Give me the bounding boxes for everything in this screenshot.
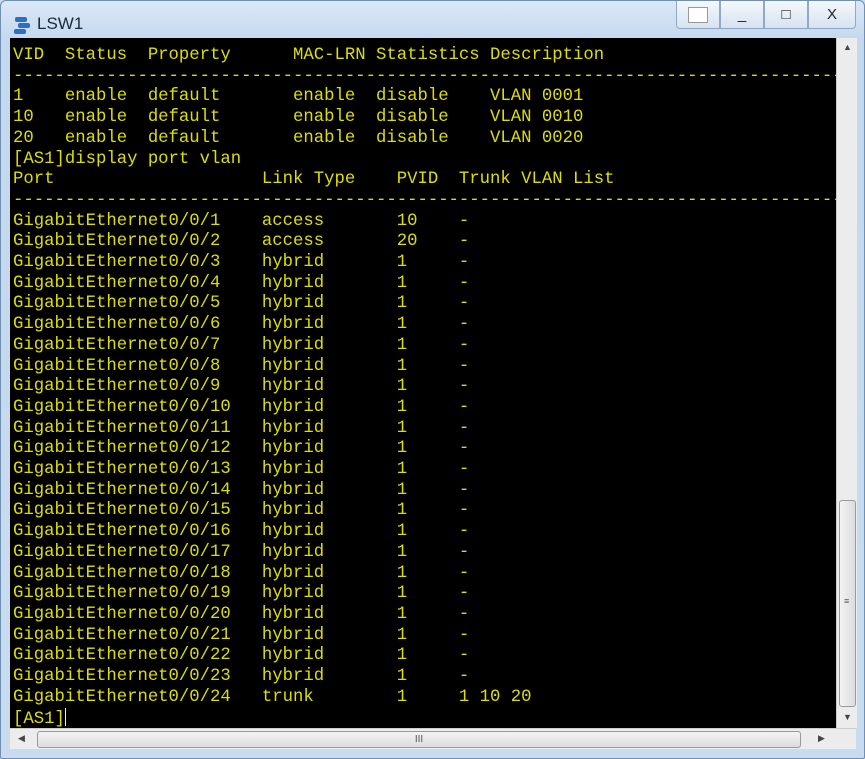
text-cursor	[64, 708, 66, 727]
command-prompt-line[interactable]: [AS1]	[13, 708, 66, 728]
terminal-output[interactable]: [AS1] VID Status Property MAC-LRN Statis…	[10, 38, 836, 728]
terminal-line: GigabitEthernet0/0/17 hybrid 1 -	[13, 542, 470, 562]
terminal-line: GigabitEthernet0/0/3 hybrid 1 -	[13, 253, 470, 272]
horizontal-scroll-thumb[interactable]: III	[37, 731, 801, 748]
terminal-line: GigabitEthernet0/0/1 access 10 -	[13, 211, 470, 231]
terminal-line: GigabitEthernet0/0/14 hybrid 1 -	[13, 480, 470, 500]
layout-icon	[688, 6, 708, 23]
terminal-line: GigabitEthernet0/0/23 hybrid 1 -	[13, 667, 470, 686]
terminal-line: ----------------------------------------…	[13, 190, 836, 210]
minimize-button[interactable]: _	[720, 1, 764, 29]
terminal-line: GigabitEthernet0/0/22 hybrid 1 -	[13, 646, 470, 666]
terminal-line: GigabitEthernet0/0/2 access 20 -	[13, 232, 470, 252]
terminal-line: [AS1]display port vlan	[13, 149, 242, 169]
grip-icon: ≡	[844, 596, 850, 606]
window-title: LSW1	[37, 14, 84, 33]
terminal-line: 10 enable default enable disable VLAN 00…	[13, 108, 584, 128]
scroll-right-arrow-icon[interactable]: ▶	[818, 733, 825, 744]
terminal-line: GigabitEthernet0/0/18 hybrid 1 -	[13, 563, 470, 583]
terminal-line: GigabitEthernet0/0/5 hybrid 1 -	[13, 294, 470, 314]
terminal-line: Port Link Type PVID Trunk VLAN List	[13, 170, 615, 190]
close-button[interactable]: X	[808, 1, 856, 29]
vertical-scrollbar[interactable]: ▲ ≡ ▼	[836, 38, 857, 728]
terminal-line: GigabitEthernet0/0/8 hybrid 1 -	[13, 356, 470, 376]
terminal-line: GigabitEthernet0/0/24 trunk 1 1 10 20	[13, 687, 532, 707]
terminal-line: GigabitEthernet0/0/4 hybrid 1 -	[13, 273, 470, 293]
scroll-up-arrow-icon[interactable]: ▲	[843, 42, 852, 52]
terminal-line: GigabitEthernet0/0/15 hybrid 1 -	[13, 501, 470, 521]
terminal-line: GigabitEthernet0/0/16 hybrid 1 -	[13, 522, 470, 542]
maximize-button[interactable]: □	[764, 1, 808, 29]
terminal-line: GigabitEthernet0/0/12 hybrid 1 -	[13, 439, 470, 459]
switch-app-icon	[13, 14, 31, 34]
scroll-left-arrow-icon[interactable]: ◀	[18, 733, 25, 744]
terminal-line: GigabitEthernet0/0/11 hybrid 1 -	[13, 418, 470, 438]
horizontal-scrollbar[interactable]: ◀ III ▶	[10, 728, 856, 749]
terminal-line: GigabitEthernet0/0/9 hybrid 1 -	[13, 377, 470, 397]
terminal-line: GigabitEthernet0/0/13 hybrid 1 -	[13, 460, 470, 479]
terminal-line: GigabitEthernet0/0/6 hybrid 1 -	[13, 315, 470, 335]
vertical-scroll-thumb[interactable]: ≡	[839, 500, 856, 707]
terminal-line: GigabitEthernet0/0/21 hybrid 1 -	[13, 625, 470, 645]
scroll-down-arrow-icon[interactable]: ▼	[843, 712, 852, 722]
terminal-line: GigabitEthernet0/0/20 hybrid 1 -	[13, 604, 470, 624]
terminal-line: 20 enable default enable disable VLAN 00…	[13, 128, 584, 148]
terminal-line: GigabitEthernet0/0/19 hybrid 1 -	[13, 584, 470, 604]
terminal-line: VID Status Property MAC-LRN Statistics D…	[13, 46, 605, 65]
terminal-line: GigabitEthernet0/0/7 hybrid 1 -	[13, 335, 470, 355]
restore-layout-button[interactable]	[676, 1, 720, 29]
terminal-line: GigabitEthernet0/0/10 hybrid 1 -	[13, 397, 470, 417]
terminal-line: 1 enable default enable disable VLAN 000…	[13, 87, 584, 107]
title-bar: LSW1	[13, 11, 83, 37]
prompt-text: [AS1]	[13, 710, 65, 728]
terminal-line: ----------------------------------------…	[13, 66, 836, 86]
